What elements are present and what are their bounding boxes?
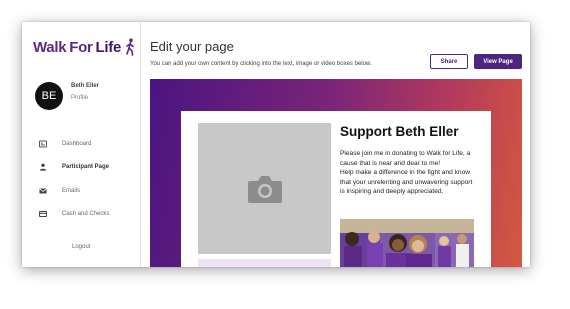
page-subtitle: You can add your own content by clicking… xyxy=(150,61,372,67)
user-name: Beth Eller xyxy=(71,83,100,89)
camera-icon xyxy=(247,175,282,203)
walking-person-icon xyxy=(126,38,134,56)
sidebar-item-label: Cash and Checks xyxy=(62,211,110,217)
card-paragraph: Please join me in donating to Walk for L… xyxy=(340,150,471,167)
logout-link[interactable]: Logout xyxy=(72,244,90,250)
avatar[interactable]: BE xyxy=(35,82,63,110)
mail-icon xyxy=(39,187,47,195)
sidebar-item-cash-and-checks[interactable]: Cash and Checks xyxy=(39,208,139,220)
walkforlife-logo[interactable]: Walk For Life xyxy=(33,38,136,56)
card-text-box[interactable]: Please join me in donating to Walk for L… xyxy=(340,149,478,197)
sidebar-item-emails[interactable]: Emails xyxy=(39,185,139,197)
sidebar-item-dashboard[interactable]: Dashboard xyxy=(39,138,139,150)
page-title: Edit your page xyxy=(150,39,234,54)
profile-link[interactable]: Profile xyxy=(71,95,88,101)
sidebar-item-label: Participant Page xyxy=(62,164,110,170)
logo-for: For xyxy=(69,38,93,56)
sidebar-item-participant-page[interactable]: Participant Page xyxy=(39,161,139,173)
sidebar-item-label: Emails xyxy=(62,188,81,194)
logo-life: Life xyxy=(95,38,122,56)
app-window: Walk For Life BE Beth Eller Profile Dashbo… xyxy=(22,22,530,267)
hero-banner: Support Beth Eller Please join me in don… xyxy=(150,79,522,267)
user-icon xyxy=(39,163,47,171)
card-icon xyxy=(39,210,47,218)
image-placeholder[interactable] xyxy=(198,123,331,254)
view-page-button[interactable]: View Page xyxy=(474,54,522,69)
video-box-placeholder[interactable] xyxy=(198,259,331,267)
logo-walk: Walk xyxy=(33,38,67,56)
page-card: Support Beth Eller Please join me in don… xyxy=(181,111,491,267)
event-photo[interactable] xyxy=(340,219,474,267)
dashboard-icon xyxy=(39,140,47,148)
main-content: Edit your page You can add your own cont… xyxy=(142,22,530,267)
share-button[interactable]: Share xyxy=(430,54,468,69)
screenshot-stage: Walk For Life BE Beth Eller Profile Dashbo… xyxy=(0,0,570,309)
sidebar-item-label: Dashboard xyxy=(62,141,92,147)
card-title[interactable]: Support Beth Eller xyxy=(340,124,459,139)
card-paragraph: Help make a difference in the fight and … xyxy=(340,169,473,196)
sidebar: Walk For Life BE Beth Eller Profile Dashbo… xyxy=(22,22,141,267)
